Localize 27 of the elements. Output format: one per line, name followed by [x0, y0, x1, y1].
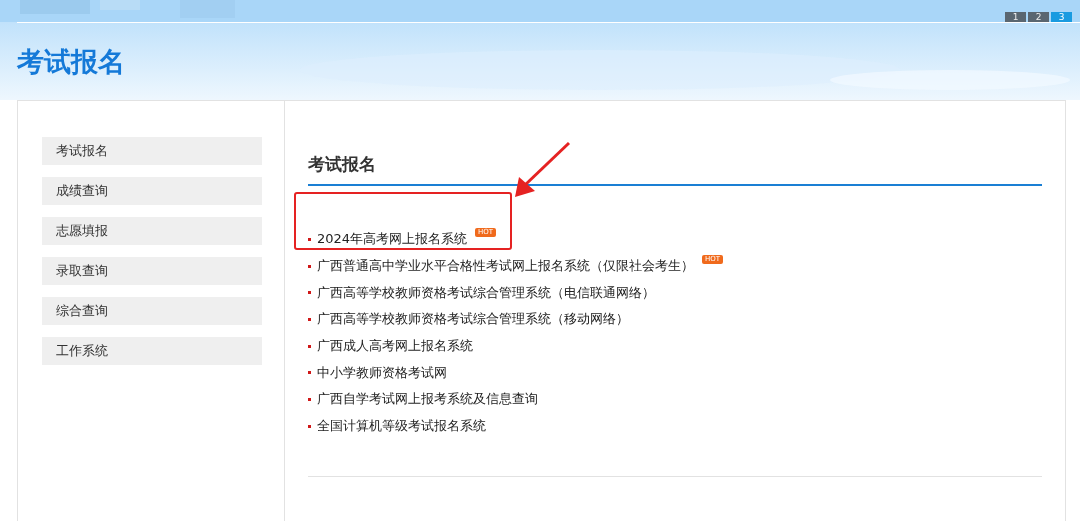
bullet-icon: [308, 344, 311, 348]
page-tab[interactable]: 1: [1005, 12, 1026, 22]
link[interactable]: 广西普通高中学业水平合格性考试网上报名系统（仅限社会考生）: [317, 257, 694, 276]
sidebar-item[interactable]: 成绩查询: [42, 177, 262, 205]
sidebar-item[interactable]: 综合查询: [42, 297, 262, 325]
sidebar-item[interactable]: 录取查询: [42, 257, 262, 285]
link[interactable]: 广西成人高考网上报名系统: [317, 337, 473, 356]
bullet-icon: [308, 264, 311, 268]
page-title: 考试报名: [17, 45, 125, 79]
section-heading: 考试报名: [308, 153, 1042, 186]
sidebar-item[interactable]: 考试报名: [42, 137, 262, 165]
annotation-arrow: [515, 141, 571, 197]
link[interactable]: 广西高等学校教师资格考试综合管理系统（电信联通网络）: [317, 283, 655, 302]
bullet-icon: [308, 317, 311, 321]
bullet-icon: [308, 291, 311, 295]
bullet-icon: [308, 237, 311, 241]
link[interactable]: 2024年高考网上报名系统: [317, 230, 468, 249]
link[interactable]: 广西自学考试网上报考系统及信息查询: [317, 390, 538, 409]
bullet-icon: [308, 424, 311, 428]
bullet-icon: [308, 397, 311, 401]
link[interactable]: 广西高等学校教师资格考试综合管理系统（移动网络）: [317, 310, 629, 329]
bullet-icon: [308, 371, 311, 375]
link[interactable]: 全国计算机等级考试报名系统: [317, 417, 486, 436]
page-tab[interactable]: 2: [1028, 12, 1049, 22]
sidebar-item[interactable]: 工作系统: [42, 337, 262, 365]
link[interactable]: 中小学教师资格考试网: [317, 363, 447, 382]
sidebar-item[interactable]: 志愿填报: [42, 217, 262, 245]
